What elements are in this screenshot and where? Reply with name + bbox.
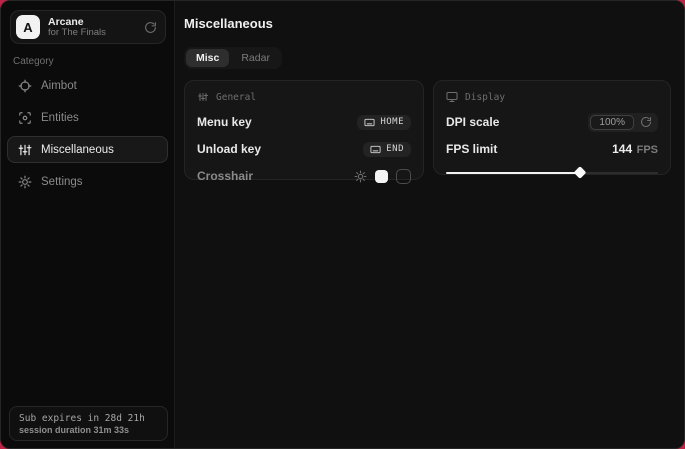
fps-slider-fill	[446, 172, 580, 174]
brand-text: Arcane for The Finals	[48, 16, 136, 39]
fps-limit-label: FPS limit	[446, 142, 497, 156]
unload-key-bind-button[interactable]: END	[363, 142, 411, 157]
sidebar-item-label: Aimbot	[41, 80, 77, 92]
gear-icon	[18, 175, 32, 189]
menu-key-label: Menu key	[197, 115, 252, 129]
unload-key-row: Unload key END	[197, 141, 411, 157]
fps-limit-slider[interactable]	[446, 169, 658, 177]
sidebar-item-label: Miscellaneous	[41, 144, 114, 156]
sidebar-nav: Aimbot Entities	[7, 72, 168, 195]
brand-card: A Arcane for The Finals	[10, 10, 166, 44]
dpi-refresh-icon[interactable]	[640, 116, 652, 128]
subscription-info-card: Sub expires in 28d 21h session duration …	[9, 406, 168, 441]
brand-logo: A	[16, 15, 40, 39]
tab-misc[interactable]: Misc	[186, 49, 229, 67]
brand-subtitle: for The Finals	[48, 28, 136, 39]
menu-key-bind-button[interactable]: HOME	[357, 115, 411, 130]
dpi-scale-value[interactable]: 100%	[590, 115, 634, 130]
session-duration-text: session duration 31m 33s	[19, 425, 158, 435]
crosshair-checkbox[interactable]	[396, 169, 411, 184]
display-card: Display DPI scale 100% FPS limit	[433, 80, 671, 175]
sidebar-item-settings[interactable]: Settings	[7, 168, 168, 195]
cards-row: General Menu key HOME Unload key	[184, 80, 671, 180]
tab-bar: Misc Radar	[184, 47, 282, 69]
general-card-header: General	[197, 91, 411, 103]
crosshair-settings-gear-icon[interactable]	[354, 170, 367, 183]
unload-key-value: END	[386, 144, 404, 154]
dpi-scale-control: 100%	[588, 113, 658, 132]
sidebar-item-label: Entities	[41, 112, 79, 124]
crosshair-color-swatch[interactable]	[375, 170, 388, 183]
dpi-scale-row: DPI scale 100%	[446, 114, 658, 130]
tab-radar[interactable]: Radar	[231, 49, 280, 67]
sliders-icon	[18, 143, 32, 157]
sidebar-item-miscellaneous[interactable]: Miscellaneous	[7, 136, 168, 163]
crosshair-row: Crosshair	[197, 168, 411, 184]
sub-expires-text: Sub expires in 28d 21h	[19, 413, 158, 424]
dpi-scale-label: DPI scale	[446, 115, 499, 129]
sidebar: A Arcane for The Finals Category	[1, 1, 175, 448]
fps-limit-unit: FPS	[637, 144, 658, 156]
display-card-title: Display	[465, 92, 505, 103]
sidebar-item-label: Settings	[41, 176, 83, 188]
fps-limit-value: 144	[612, 142, 632, 156]
page-title: Miscellaneous	[184, 16, 273, 31]
unload-key-label: Unload key	[197, 142, 261, 156]
scan-eye-icon	[18, 111, 32, 125]
display-card-header: Display	[446, 91, 658, 103]
keycap-icon	[364, 117, 375, 128]
fps-limit-value-group: 144 FPS	[612, 140, 658, 158]
menu-key-value: HOME	[380, 117, 404, 127]
keyboard-icon	[197, 91, 209, 103]
sidebar-item-aimbot[interactable]: Aimbot	[7, 72, 168, 99]
crosshair-icon	[18, 79, 32, 93]
main-panel: Miscellaneous Misc Radar General	[175, 1, 684, 448]
fps-limit-row: FPS limit 144 FPS	[446, 141, 658, 157]
fps-slider-thumb[interactable]	[573, 166, 586, 179]
app-window: A Arcane for The Finals Category	[0, 0, 685, 449]
refresh-icon[interactable]	[144, 21, 157, 34]
crosshair-label: Crosshair	[197, 169, 253, 183]
sidebar-item-entities[interactable]: Entities	[7, 104, 168, 131]
menu-key-row: Menu key HOME	[197, 114, 411, 130]
monitor-icon	[446, 91, 458, 103]
crosshair-controls	[354, 169, 411, 184]
general-card: General Menu key HOME Unload key	[184, 80, 424, 180]
keycap-icon	[370, 144, 381, 155]
general-card-title: General	[216, 92, 256, 103]
brand-name: Arcane	[48, 16, 136, 28]
category-label: Category	[13, 56, 54, 67]
